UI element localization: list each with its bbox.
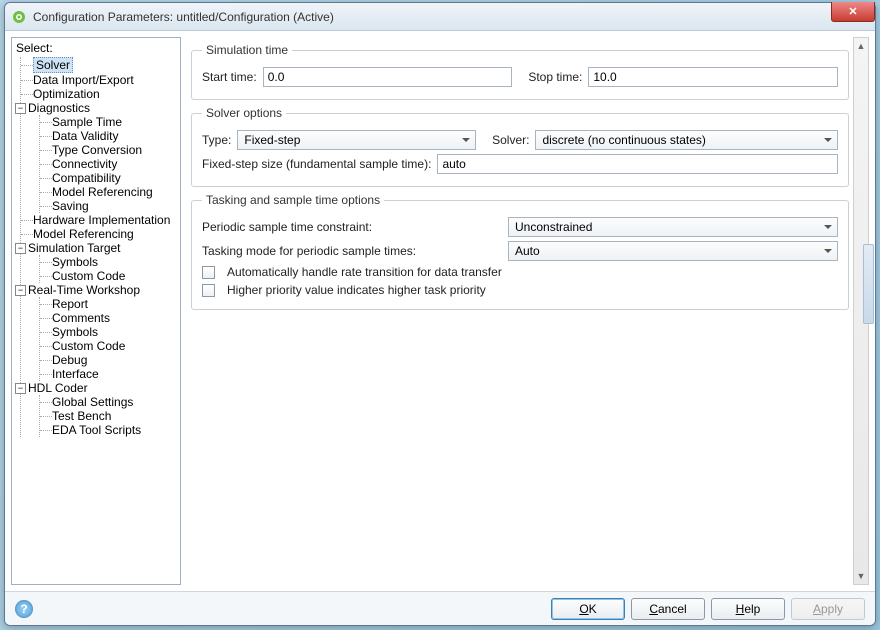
app-icon — [11, 9, 27, 25]
tree-item-rtw[interactable]: −Real-Time Workshop — [21, 283, 176, 297]
tree-item-model-ref[interactable]: Model Referencing — [21, 227, 176, 241]
scroll-down-icon[interactable]: ▼ — [854, 568, 868, 584]
tree-item-report[interactable]: Report — [40, 297, 176, 311]
rate-transition-label: Automatically handle rate transition for… — [227, 265, 502, 279]
periodic-constraint-label: Periodic sample time constraint: — [202, 220, 502, 234]
tree-item-solver[interactable]: Solver — [21, 57, 176, 73]
group-simulation-time: Simulation time Start time: Stop time: — [191, 43, 849, 100]
tree-item-interface[interactable]: Interface — [40, 367, 176, 381]
group-legend: Tasking and sample time options — [202, 193, 384, 207]
solver-select[interactable]: discrete (no continuous states) — [535, 130, 838, 150]
close-icon: ✕ — [848, 5, 857, 18]
type-label: Type: — [202, 133, 231, 147]
tree-item-rtw-custom-code[interactable]: Custom Code — [40, 339, 176, 353]
tree-item-global-settings[interactable]: Global Settings — [40, 395, 176, 409]
help-button[interactable]: Help — [711, 598, 785, 620]
tree-item-eda-tool[interactable]: EDA Tool Scripts — [40, 423, 176, 437]
collapse-icon[interactable]: − — [15, 243, 26, 254]
window-title: Configuration Parameters: untitled/Confi… — [33, 10, 334, 24]
tree-item-symbols[interactable]: Symbols — [40, 255, 176, 269]
group-tasking: Tasking and sample time options Periodic… — [191, 193, 849, 310]
priority-checkbox[interactable] — [202, 284, 215, 297]
vertical-scrollbar[interactable]: ▲ ▼ — [853, 37, 869, 585]
tree-item-hardware[interactable]: Hardware Implementation — [21, 213, 176, 227]
tree-item-data-import[interactable]: Data Import/Export — [21, 73, 176, 87]
tree-item-type-conversion[interactable]: Type Conversion — [40, 143, 176, 157]
tree-item-model-ref-diag[interactable]: Model Referencing — [40, 185, 176, 199]
group-legend: Simulation time — [202, 43, 292, 57]
form-area: Simulation time Start time: Stop time: S… — [187, 37, 853, 585]
tree-item-debug[interactable]: Debug — [40, 353, 176, 367]
tree-item-saving[interactable]: Saving — [40, 199, 176, 213]
apply-button[interactable]: Apply — [791, 598, 865, 620]
tree-item-hdl-coder[interactable]: −HDL Coder — [21, 381, 176, 395]
content-area: Select: Solver Data Import/Export Optimi… — [5, 31, 875, 591]
titlebar[interactable]: Configuration Parameters: untitled/Confi… — [5, 3, 875, 31]
ok-button[interactable]: OK — [551, 598, 625, 620]
dialog-footer: ? OK Cancel Help Apply — [5, 591, 875, 625]
cancel-button[interactable]: Cancel — [631, 598, 705, 620]
tree-item-compatibility[interactable]: Compatibility — [40, 171, 176, 185]
fixed-step-input[interactable] — [437, 154, 838, 174]
tree-item-sim-target[interactable]: −Simulation Target — [21, 241, 176, 255]
dialog-window: Configuration Parameters: untitled/Confi… — [4, 2, 876, 626]
tree-item-custom-code[interactable]: Custom Code — [40, 269, 176, 283]
stop-time-input[interactable] — [588, 67, 838, 87]
collapse-icon[interactable]: − — [15, 103, 26, 114]
rate-transition-checkbox[interactable] — [202, 266, 215, 279]
tree-item-optimization[interactable]: Optimization — [21, 87, 176, 101]
tasking-mode-label: Tasking mode for periodic sample times: — [202, 244, 502, 258]
periodic-constraint-select[interactable]: Unconstrained — [508, 217, 838, 237]
start-time-input[interactable] — [263, 67, 513, 87]
tree-item-test-bench[interactable]: Test Bench — [40, 409, 176, 423]
group-legend: Solver options — [202, 106, 286, 120]
group-solver-options: Solver options Type: Fixed-step Solver: … — [191, 106, 849, 187]
tree-heading: Select: — [16, 40, 176, 57]
right-panel: Simulation time Start time: Stop time: S… — [187, 37, 869, 585]
collapse-icon[interactable]: − — [15, 383, 26, 394]
stop-time-label: Stop time: — [528, 70, 582, 84]
tree-item-rtw-symbols[interactable]: Symbols — [40, 325, 176, 339]
help-icon[interactable]: ? — [15, 600, 33, 618]
navigation-tree[interactable]: Select: Solver Data Import/Export Optimi… — [11, 37, 181, 585]
solver-label: Solver: — [492, 133, 529, 147]
start-time-label: Start time: — [202, 70, 257, 84]
scroll-thumb[interactable] — [863, 244, 874, 324]
fixed-step-label: Fixed-step size (fundamental sample time… — [202, 157, 431, 171]
tree-item-sample-time[interactable]: Sample Time — [40, 115, 176, 129]
tree-item-diagnostics[interactable]: −Diagnostics — [21, 101, 176, 115]
collapse-icon[interactable]: − — [15, 285, 26, 296]
close-button[interactable]: ✕ — [831, 2, 875, 22]
tree-item-comments[interactable]: Comments — [40, 311, 176, 325]
priority-label: Higher priority value indicates higher t… — [227, 283, 486, 297]
type-select[interactable]: Fixed-step — [237, 130, 476, 150]
tasking-mode-select[interactable]: Auto — [508, 241, 838, 261]
tree-item-connectivity[interactable]: Connectivity — [40, 157, 176, 171]
scroll-up-icon[interactable]: ▲ — [854, 38, 868, 54]
tree-item-data-validity[interactable]: Data Validity — [40, 129, 176, 143]
